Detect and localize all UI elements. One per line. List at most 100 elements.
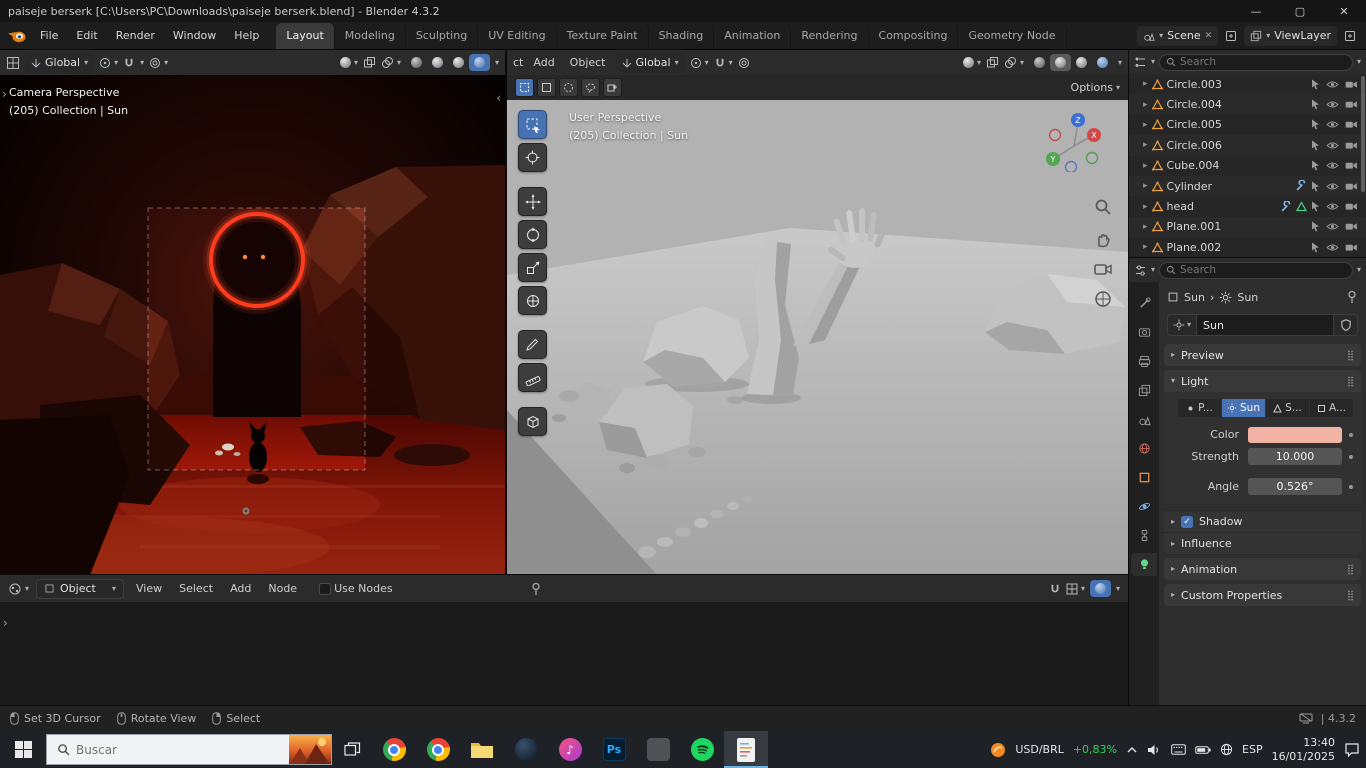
object-name[interactable]: Circle.004 bbox=[1167, 98, 1222, 111]
object-name[interactable]: Circle.006 bbox=[1167, 139, 1222, 152]
menu-help[interactable]: Help bbox=[225, 29, 268, 42]
ticker-pair[interactable]: USD/BRL bbox=[1015, 743, 1064, 756]
disable-render-camera-icon[interactable] bbox=[1345, 202, 1358, 211]
tool-transform[interactable] bbox=[518, 286, 547, 315]
panel-light-header[interactable]: ▾ Light bbox=[1164, 370, 1361, 392]
selectable-toggle-icon[interactable] bbox=[1311, 221, 1320, 232]
hide-eye-icon[interactable] bbox=[1326, 120, 1339, 129]
object-name[interactable]: head bbox=[1167, 200, 1194, 213]
object-name[interactable]: Plane.002 bbox=[1167, 241, 1222, 254]
tab-constraints[interactable] bbox=[1131, 524, 1157, 547]
use-nodes-toggle[interactable]: Use Nodes bbox=[319, 582, 393, 595]
animate-dot-icon[interactable] bbox=[1349, 433, 1353, 437]
notification-center-icon[interactable] bbox=[1344, 742, 1360, 757]
network-globe-icon[interactable] bbox=[1220, 743, 1233, 756]
panel-drag-dots-icon[interactable] bbox=[1347, 590, 1354, 601]
taskbar-search[interactable] bbox=[46, 734, 332, 765]
select-mode-extend-button[interactable] bbox=[603, 78, 622, 97]
menu-file[interactable]: File bbox=[31, 29, 67, 42]
menu-select[interactable]: Select bbox=[174, 582, 218, 595]
tab-tool[interactable] bbox=[1131, 292, 1157, 315]
shadow-checkbox[interactable]: ✓ bbox=[1181, 516, 1193, 528]
shading-wireframe-button[interactable] bbox=[406, 54, 427, 71]
zoom-icon[interactable] bbox=[1094, 198, 1112, 216]
unlink-scene-icon[interactable]: ✕ bbox=[1205, 31, 1213, 41]
breadcrumb-object[interactable]: Sun bbox=[1184, 291, 1205, 304]
object-name[interactable]: Cube.004 bbox=[1167, 159, 1220, 172]
selectable-toggle-icon[interactable] bbox=[1311, 140, 1320, 151]
fake-user-shield-icon[interactable] bbox=[1334, 314, 1358, 336]
selectable-toggle-icon[interactable] bbox=[1311, 119, 1320, 130]
transform-orientation-dropdown[interactable]: Global ▾ bbox=[616, 53, 685, 73]
tab-physics[interactable] bbox=[1131, 495, 1157, 518]
shading-wireframe-button[interactable] bbox=[1029, 54, 1050, 71]
tab-view-layer[interactable] bbox=[1131, 379, 1157, 402]
outliner-search[interactable] bbox=[1159, 54, 1353, 71]
hide-eye-icon[interactable] bbox=[1326, 243, 1339, 252]
tab-rendering[interactable]: Rendering bbox=[791, 23, 868, 49]
disable-render-camera-icon[interactable] bbox=[1345, 243, 1358, 252]
shader-node-canvas[interactable]: › bbox=[0, 602, 1128, 705]
proportional-edit-toggle[interactable] bbox=[738, 57, 750, 69]
expand-arrow-icon[interactable]: ▸ bbox=[1143, 161, 1148, 171]
animate-dot-icon[interactable] bbox=[1349, 485, 1353, 489]
new-viewlayer-icon[interactable] bbox=[1342, 28, 1358, 44]
transform-orientation-dropdown[interactable]: Global ▾ bbox=[25, 53, 94, 73]
menu-object[interactable]: Object bbox=[565, 56, 611, 69]
select-mode-circle-button[interactable] bbox=[559, 78, 578, 97]
snap-toggle[interactable] bbox=[123, 57, 135, 69]
tab-render[interactable] bbox=[1131, 321, 1157, 344]
proportional-edit-toggle[interactable]: ▾ bbox=[149, 57, 168, 69]
tab-object[interactable] bbox=[1131, 466, 1157, 489]
selectable-toggle-icon[interactable] bbox=[1311, 79, 1320, 90]
selectable-toggle-icon[interactable] bbox=[1311, 160, 1320, 171]
taskbar-app-steam[interactable] bbox=[504, 731, 548, 768]
light-type-spot-button[interactable]: S... bbox=[1266, 399, 1309, 417]
tab-uv-editing[interactable]: UV Editing bbox=[478, 23, 556, 49]
task-view-button[interactable] bbox=[332, 731, 372, 768]
strength-field[interactable]: 10.000 bbox=[1248, 448, 1342, 465]
chevron-down-icon[interactable]: ▾ bbox=[1151, 58, 1155, 66]
editor-type-icon[interactable] bbox=[6, 56, 20, 70]
hide-eye-icon[interactable] bbox=[1326, 202, 1339, 211]
filter-chevron-icon[interactable]: ▾ bbox=[1357, 266, 1361, 274]
tab-texture-paint[interactable]: Texture Paint bbox=[557, 23, 649, 49]
shading-solid-button[interactable] bbox=[427, 54, 448, 71]
taskbar-app-chrome-1[interactable] bbox=[372, 731, 416, 768]
tool-measure[interactable] bbox=[518, 363, 547, 392]
properties-editor-icon[interactable] bbox=[1134, 264, 1147, 277]
language-indicator[interactable]: ESP bbox=[1242, 743, 1263, 756]
toolbar-expand-arrow-icon[interactable]: › bbox=[2, 87, 7, 101]
hide-eye-icon[interactable] bbox=[1326, 182, 1339, 191]
minimize-icon[interactable]: — bbox=[1234, 0, 1278, 22]
scene-selector[interactable]: ▾ Scene ✕ bbox=[1137, 26, 1218, 46]
outliner-row[interactable]: ▸Circle.004 bbox=[1129, 94, 1366, 114]
battery-icon[interactable] bbox=[1195, 745, 1211, 755]
shading-sphere-dropdown[interactable]: ▾ bbox=[340, 57, 358, 68]
angle-field[interactable]: 0.526° bbox=[1248, 478, 1342, 495]
panel-custom-properties-header[interactable]: ▸ Custom Properties bbox=[1164, 584, 1361, 606]
properties-search-input[interactable] bbox=[1180, 264, 1346, 276]
snap-grid-dropdown[interactable]: ▾ bbox=[1066, 583, 1085, 595]
taskbar-app-document[interactable] bbox=[724, 731, 768, 768]
light-data-dropdown[interactable]: ▾ bbox=[1167, 314, 1196, 336]
select-mode-box-button[interactable] bbox=[537, 78, 556, 97]
disable-render-camera-icon[interactable] bbox=[1345, 182, 1358, 191]
selectable-toggle-icon[interactable] bbox=[1311, 242, 1320, 253]
tool-cursor[interactable] bbox=[518, 143, 547, 172]
light-type-area-button[interactable]: A... bbox=[1310, 399, 1353, 417]
expand-arrow-icon[interactable]: ▸ bbox=[1143, 222, 1148, 232]
tab-shading[interactable]: Shading bbox=[649, 23, 715, 49]
taskbar-search-input[interactable] bbox=[76, 743, 283, 757]
rendered-scene-canvas[interactable]: Camera Perspective (205) Collection | Su… bbox=[0, 75, 505, 575]
tool-select-box[interactable] bbox=[518, 110, 547, 139]
shading-material-button[interactable] bbox=[448, 54, 469, 71]
tab-sculpting[interactable]: Sculpting bbox=[406, 23, 478, 49]
chevron-down-icon[interactable]: ▾ bbox=[1116, 585, 1120, 593]
new-scene-icon[interactable] bbox=[1223, 28, 1239, 44]
outliner-row[interactable]: ▸Plane.002 bbox=[1129, 237, 1366, 257]
shader-preview-button[interactable] bbox=[1090, 580, 1111, 597]
navigation-gizmo[interactable]: Z X Y bbox=[1040, 108, 1104, 172]
taskbar-app-spotify[interactable] bbox=[680, 731, 724, 768]
hide-eye-icon[interactable] bbox=[1326, 141, 1339, 150]
